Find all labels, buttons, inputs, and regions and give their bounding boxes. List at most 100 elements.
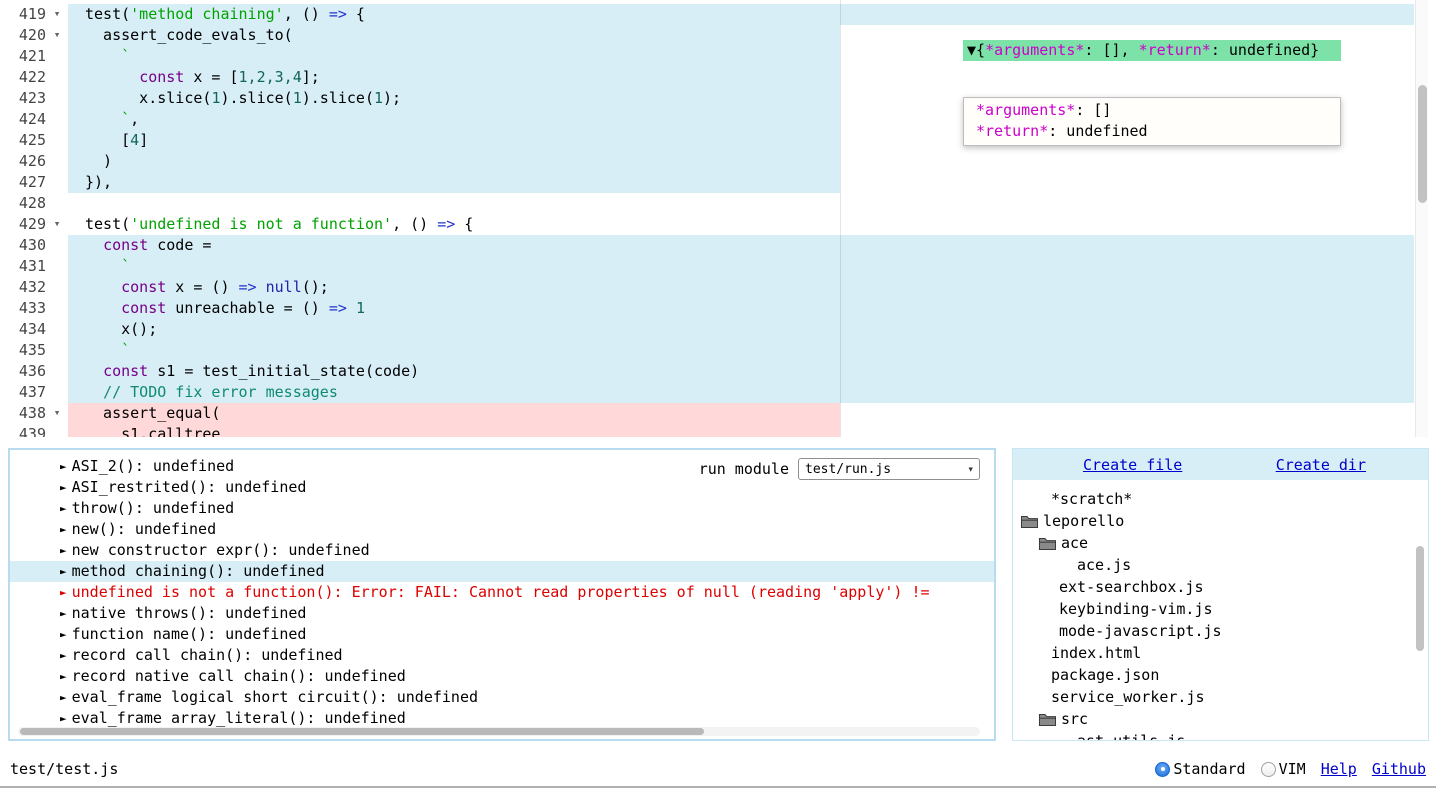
fold-slot xyxy=(46,130,68,151)
code-text[interactable]: const x = () => null(); xyxy=(68,277,1414,298)
test-result-item[interactable]: ►new(): undefined xyxy=(10,519,994,540)
tree-scrollbar[interactable] xyxy=(1415,449,1426,740)
create-file-link[interactable]: Create file xyxy=(1083,456,1182,474)
line-number: 437 xyxy=(0,382,46,403)
test-result-label: eval_frame logical short circuit(): unde… xyxy=(72,688,478,706)
module-select[interactable]: test/run.js xyxy=(798,458,980,480)
module-select-wrap: test/run.js ▾ xyxy=(798,458,980,480)
code-text[interactable]: ` xyxy=(68,340,1414,361)
expand-icon[interactable]: ► xyxy=(60,565,67,578)
tree-item-folder[interactable]: src xyxy=(1013,708,1428,730)
tree-item-file[interactable]: ext-searchbox.js xyxy=(1013,576,1428,598)
results-h-scrollbar[interactable] xyxy=(18,727,980,736)
test-result-item[interactable]: ► eval_frame logical short circuit(): und… xyxy=(10,687,994,708)
code-text[interactable]: s1.calltree xyxy=(68,424,1414,437)
code-text[interactable]: const s1 = test_initial_state(code) xyxy=(68,361,1414,382)
tooltip-header[interactable]: ▼{*arguments*: [], *return*: undefined} xyxy=(963,40,1341,61)
tree-item-file[interactable]: index.html xyxy=(1013,642,1428,664)
keybinding-vim-option[interactable]: VIM xyxy=(1261,760,1306,778)
fold-slot xyxy=(46,235,68,256)
line-gutter: 421 xyxy=(0,46,68,67)
folder-icon xyxy=(1039,713,1056,726)
tooltip-body: *arguments*: []*return*: undefined xyxy=(963,97,1341,146)
test-result-item[interactable]: ► method chaining(): undefined xyxy=(10,561,994,582)
line-gutter: 425 xyxy=(0,130,68,151)
github-link[interactable]: Github xyxy=(1372,760,1426,778)
test-result-label: eval_frame array_literal(): undefined xyxy=(72,709,406,727)
expand-icon[interactable]: ► xyxy=(60,460,67,473)
help-link[interactable]: Help xyxy=(1321,760,1357,778)
tree-item-file[interactable]: *scratch* xyxy=(1013,488,1428,510)
code-text[interactable]: const code = xyxy=(68,235,1414,256)
line-number: 424 xyxy=(0,109,46,130)
radio-unselected-icon[interactable] xyxy=(1261,762,1276,777)
code-text[interactable]: x(); xyxy=(68,319,1414,340)
line-gutter: 427 xyxy=(0,172,68,193)
test-result-label: ASI_2(): undefined xyxy=(72,457,235,475)
code-text[interactable]: const unreachable = () => 1 xyxy=(68,298,1414,319)
fold-icon[interactable]: ▾ xyxy=(54,217,61,230)
editor-scrollbar-thumb[interactable] xyxy=(1418,85,1427,203)
tree-item-file[interactable]: service_worker.js xyxy=(1013,686,1428,708)
tree-scrollbar-thumb[interactable] xyxy=(1416,546,1424,651)
line-number: 419 xyxy=(0,4,46,25)
tree-item-file[interactable]: ast_utils.js xyxy=(1013,730,1428,741)
test-result-label: throw(): undefined xyxy=(72,499,235,517)
tree-item-folder[interactable]: leporello xyxy=(1013,510,1428,532)
expand-icon[interactable]: ► xyxy=(60,649,67,662)
results-h-scrollbar-thumb[interactable] xyxy=(20,728,704,735)
expand-icon[interactable]: ► xyxy=(60,628,67,641)
tooltip-row[interactable]: *arguments*: [] xyxy=(964,100,1340,121)
tree-item-label: ace.js xyxy=(1077,554,1131,576)
expand-icon[interactable]: ► xyxy=(60,712,67,725)
run-module-control: run module test/run.js ▾ xyxy=(699,458,980,480)
create-dir-link[interactable]: Create dir xyxy=(1276,456,1366,474)
test-result-item[interactable]: ►undefined is not a function(): Error: F… xyxy=(10,582,994,603)
tree-item-label: *scratch* xyxy=(1051,488,1132,510)
fold-icon[interactable]: ▾ xyxy=(54,7,61,20)
expand-icon[interactable]: ► xyxy=(60,586,67,599)
tooltip-row[interactable]: *return*: undefined xyxy=(964,121,1340,142)
test-result-label: method chaining(): undefined xyxy=(72,562,325,580)
current-file-path: test/test.js xyxy=(10,760,118,778)
tree-item-folder[interactable]: ace xyxy=(1013,532,1428,554)
expand-icon[interactable]: ► xyxy=(60,544,67,557)
tree-item-file[interactable]: mode-javascript.js xyxy=(1013,620,1428,642)
tree-item-file[interactable]: ace.js xyxy=(1013,554,1428,576)
test-results-panel: ► ASI_2(): undefined ►ASI_restrited(): und… xyxy=(8,448,996,741)
code-line: 437 // TODO fix error messages xyxy=(0,382,1414,403)
tree-item-file[interactable]: keybinding-vim.js xyxy=(1013,598,1428,620)
code-line: 428 xyxy=(0,193,1414,214)
expand-icon[interactable]: ► xyxy=(60,523,67,536)
test-result-item[interactable]: ►new constructor expr(): undefined xyxy=(10,540,994,561)
expand-icon[interactable]: ► xyxy=(60,481,67,494)
fold-icon[interactable]: ▾ xyxy=(54,406,61,419)
test-result-item[interactable]: ►function name(): undefined xyxy=(10,624,994,645)
expand-icon[interactable]: ► xyxy=(60,607,67,620)
expand-icon[interactable]: ► xyxy=(60,691,67,704)
fold-icon[interactable]: ▾ xyxy=(54,28,61,41)
expand-icon[interactable]: ► xyxy=(60,670,67,683)
line-gutter: 430 xyxy=(0,235,68,256)
code-text[interactable]: test('undefined is not a function', () =… xyxy=(68,214,1414,235)
code-line: 435 ` xyxy=(0,340,1414,361)
editor-column-divider xyxy=(840,0,841,437)
code-text[interactable]: // TODO fix error messages xyxy=(68,382,1414,403)
editor-scrollbar[interactable] xyxy=(1415,0,1428,437)
line-highlight xyxy=(68,172,840,193)
code-text[interactable]: assert_equal( xyxy=(68,403,1414,424)
radio-selected-icon[interactable] xyxy=(1155,762,1170,777)
test-result-item[interactable]: ►record native call chain(): undefined xyxy=(10,666,994,687)
line-number: 438 xyxy=(0,403,46,424)
test-result-item[interactable]: ►ASI_restrited(): undefined xyxy=(10,477,994,498)
line-number: 439 xyxy=(0,424,46,437)
tree-item-file[interactable]: package.json xyxy=(1013,664,1428,686)
test-result-item[interactable]: ► throw(): undefined xyxy=(10,498,994,519)
keybinding-standard-option[interactable]: Standard xyxy=(1155,760,1245,778)
test-result-item[interactable]: ► eval_frame array_literal(): undefined xyxy=(10,708,994,729)
test-result-item[interactable]: ►native throws(): undefined xyxy=(10,603,994,624)
code-text[interactable]: ` xyxy=(68,256,1414,277)
test-result-item[interactable]: ►record call chain(): undefined xyxy=(10,645,994,666)
expand-icon[interactable]: ► xyxy=(60,502,67,515)
code-text[interactable] xyxy=(68,193,1414,214)
